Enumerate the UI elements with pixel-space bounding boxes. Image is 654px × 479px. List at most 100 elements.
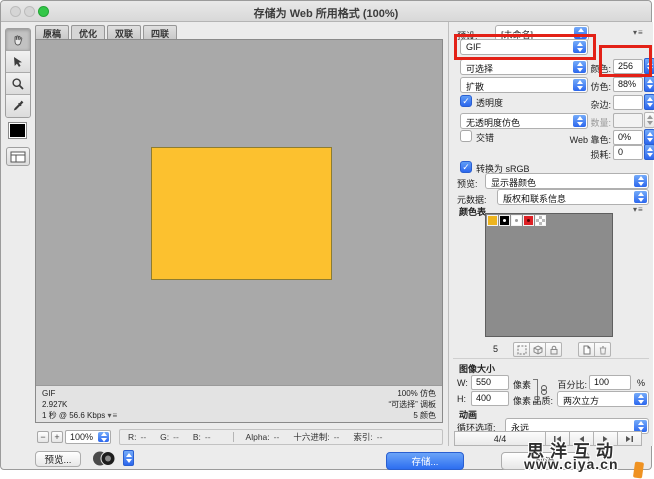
dither-summary-text: 100% 仿色 xyxy=(388,388,436,399)
eyedropper-tool-button[interactable] xyxy=(6,95,30,117)
zoom-level-select[interactable]: 100% xyxy=(65,430,111,444)
toggle-slices-button[interactable] xyxy=(6,147,30,166)
hex-label: 十六进制: xyxy=(293,431,329,443)
b-label: B: xyxy=(193,432,201,442)
zoom-tool-button[interactable] xyxy=(6,73,30,95)
matte-field[interactable] xyxy=(613,95,643,110)
color-table-menu-icon[interactable]: ▾≡ xyxy=(633,205,644,214)
color-count: 5 xyxy=(493,344,498,354)
g-label: G: xyxy=(160,432,169,442)
save-for-web-dialog: 存储为 Web 所用格式 (100%) xyxy=(0,0,652,470)
last-frame-button[interactable] xyxy=(617,431,642,446)
save-button[interactable]: 存储... xyxy=(386,452,464,470)
tab-2up[interactable]: 双联 xyxy=(107,25,141,40)
preview-in-browser-button[interactable]: 预览... xyxy=(35,451,81,467)
trash-icon xyxy=(598,345,608,355)
new-color-button[interactable] xyxy=(578,342,595,357)
swatch-black[interactable] xyxy=(499,215,510,226)
percent-field[interactable]: 100 xyxy=(589,375,631,390)
width-unit: 像素 xyxy=(513,378,531,391)
lock-icon xyxy=(549,345,559,355)
minus-icon: − xyxy=(40,432,45,442)
hex-value: -- xyxy=(334,432,340,442)
slice-select-tool-button[interactable] xyxy=(6,51,30,73)
transparency-dither-select[interactable]: 无透明度仿色 xyxy=(460,113,588,129)
preview-mode-select[interactable]: 显示器颜色 xyxy=(485,173,649,189)
slices-visibility-icon xyxy=(10,151,26,163)
lossy-stepper[interactable] xyxy=(644,144,654,160)
swatch-white[interactable] xyxy=(511,215,522,226)
new-swatch-icon xyxy=(582,345,592,355)
quality-label: 品质: xyxy=(527,394,553,407)
download-time-text: 1 秒 @ 56.6 Kbps xyxy=(42,411,105,420)
zoom-in-button[interactable]: + xyxy=(51,431,63,443)
window-title: 存储为 Web 所用格式 (100%) xyxy=(1,5,651,21)
colors-stepper[interactable] xyxy=(644,58,654,74)
width-label: W: xyxy=(457,378,468,388)
eyedropper-icon xyxy=(11,99,25,113)
optimize-info-bar: GIF 2.927K 1 秒 @ 56.6 Kbps ▾≡ 100% 仿色 “可… xyxy=(36,385,442,422)
tab-optimized[interactable]: 优化 xyxy=(71,25,105,40)
alpha-value: -- xyxy=(274,432,280,442)
matte-stepper[interactable] xyxy=(644,94,654,110)
zoom-level-stepper-icon xyxy=(98,432,109,442)
web-snap-field[interactable]: 0% xyxy=(613,130,643,145)
optimize-settings-panel: 预设: [未命名] ▾≡ GIF 可选择 颜色: 256 扩散 仿色: 88% … xyxy=(448,22,653,446)
dither-field[interactable]: 88% xyxy=(613,77,643,92)
width-field[interactable]: 550 xyxy=(471,375,509,390)
browser-preview-icon[interactable] xyxy=(91,450,119,467)
swatch-transparent[interactable] xyxy=(535,215,546,226)
format-select[interactable]: GIF xyxy=(460,39,588,55)
dither-stepper[interactable] xyxy=(644,76,654,92)
metadata-select[interactable]: 版权和联系信息 xyxy=(497,189,649,205)
transparency-checkbox[interactable]: ✓ xyxy=(460,95,472,107)
palette-select[interactable]: 可选择 xyxy=(460,59,588,75)
panel-menu-icon[interactable]: ▾≡ xyxy=(633,28,644,37)
height-field[interactable]: 400 xyxy=(471,391,509,406)
web-snap-stepper[interactable] xyxy=(644,129,654,145)
save-button-label: 存储... xyxy=(412,454,439,468)
optimized-preview-canvas[interactable]: GIF 2.927K 1 秒 @ 56.6 Kbps ▾≡ 100% 仿色 “可… xyxy=(35,39,443,423)
zoom-level-value: 100% xyxy=(70,432,93,442)
optimize-settings-summary: 100% 仿色 “可选择” 调板 5 颜色 xyxy=(388,388,436,420)
plus-icon: + xyxy=(54,432,59,442)
percent-label: 百分比: xyxy=(553,378,587,391)
lock-color-button[interactable] xyxy=(545,342,562,357)
browser-select-stepper[interactable] xyxy=(123,450,134,466)
lossy-field[interactable]: 0 xyxy=(613,145,643,160)
transparency-label: 透明度 xyxy=(476,96,503,109)
quality-value: 两次立方 xyxy=(563,394,632,407)
palette-summary-text: “可选择” 调板 xyxy=(388,399,436,410)
height-label: H: xyxy=(457,394,466,404)
dither-label: 仿色: xyxy=(579,80,611,93)
select-colors-button[interactable] xyxy=(513,342,530,357)
interlaced-checkbox[interactable]: ✓ xyxy=(460,130,472,142)
web-shift-color-button[interactable] xyxy=(529,342,546,357)
format-stepper-icon xyxy=(573,41,586,53)
swatch-yellow[interactable] xyxy=(487,215,498,226)
tab-4up[interactable]: 四联 xyxy=(143,25,177,40)
transparency-dither-value: 无透明度仿色 xyxy=(466,116,571,129)
dither-method-select[interactable]: 扩散 xyxy=(460,77,588,93)
hand-tool-button[interactable] xyxy=(6,29,30,51)
zoom-out-button[interactable]: − xyxy=(37,431,49,443)
color-table-tools xyxy=(513,342,562,357)
eyedropper-color-swatch[interactable] xyxy=(9,123,26,138)
color-table-edit-tools xyxy=(578,342,611,357)
delete-color-button[interactable] xyxy=(594,342,611,357)
tab-original[interactable]: 原稿 xyxy=(35,25,69,40)
quality-select[interactable]: 两次立方 xyxy=(557,391,649,407)
title-bar: 存储为 Web 所用格式 (100%) xyxy=(1,1,651,22)
quality-stepper-icon xyxy=(634,393,647,405)
hand-icon xyxy=(11,33,25,47)
convert-srgb-checkbox[interactable]: ✓ xyxy=(460,161,472,173)
image-size-header: 图像大小 xyxy=(459,362,495,375)
color-table-panel xyxy=(485,213,613,337)
swatch-red[interactable] xyxy=(523,215,534,226)
colors-label: 颜色: xyxy=(579,62,611,75)
colors-field[interactable]: 256 xyxy=(613,59,643,74)
download-speed-menu-icon[interactable]: ▾≡ xyxy=(108,411,119,420)
preview-mode-stepper-icon xyxy=(634,175,647,187)
dither-method-value: 扩散 xyxy=(466,80,571,93)
color-count-summary-text: 5 颜色 xyxy=(388,410,436,421)
